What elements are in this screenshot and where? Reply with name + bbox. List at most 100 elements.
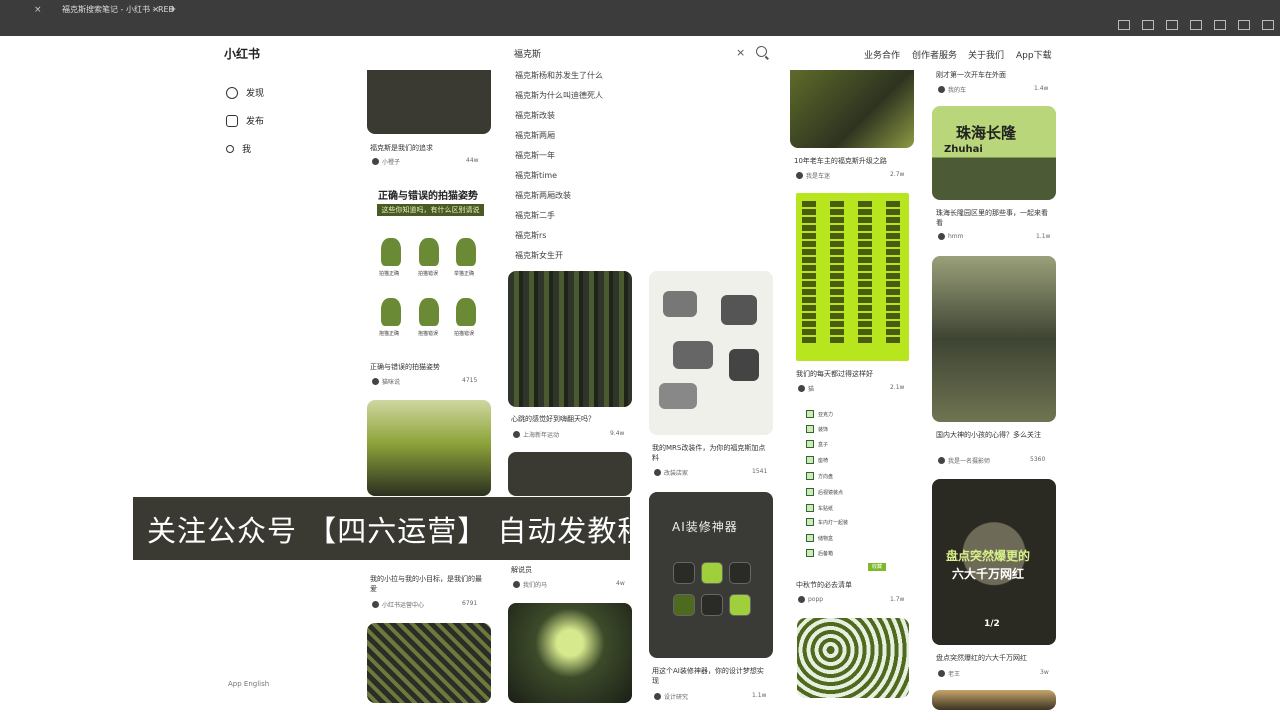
window-control[interactable] [1214, 20, 1226, 30]
suggestion-item[interactable]: 福克斯二手 [506, 206, 776, 226]
note-author[interactable]: 小橙子 [372, 157, 400, 166]
note-author[interactable]: 我的车 [938, 85, 966, 94]
like-count[interactable]: 1.1w [752, 692, 766, 699]
note-caption[interactable]: 心跳的感觉好到嗨翻天吗？ [511, 414, 595, 424]
sidebar-item-me[interactable]: 我 [226, 142, 251, 155]
close-tab-icon[interactable]: × [152, 2, 160, 18]
note-image[interactable] [797, 618, 909, 698]
note-image[interactable] [932, 690, 1056, 710]
note-caption[interactable]: 正确与错误的拍猫姿势 [370, 362, 440, 372]
note-caption[interactable]: 用这个AI装修神器，你的设计梦想实现 [652, 666, 770, 686]
note-author[interactable]: 小红书运营中心 [372, 600, 424, 609]
note-author[interactable]: 我是一名摄影师 [938, 456, 990, 465]
search-bar[interactable]: 福克斯 × [506, 44, 774, 64]
note-author[interactable]: 改装店家 [654, 468, 688, 477]
like-count[interactable]: 1.4w [1034, 85, 1048, 92]
footer-links[interactable]: App English [228, 680, 269, 688]
suggestion-item[interactable]: 福克斯两厢改装 [506, 186, 776, 206]
collect-badge[interactable]: 收藏 [868, 563, 886, 571]
note-image[interactable] [932, 256, 1056, 422]
window-control[interactable] [1166, 20, 1178, 30]
note-caption[interactable]: 解说员 [511, 565, 532, 575]
sidebar-item-discover[interactable]: 发现 [226, 86, 264, 99]
suggestion-item[interactable]: 福克斯rs [506, 226, 776, 246]
note-caption[interactable]: 珠海长隆园区里的那些事，一起来看看 [936, 208, 1054, 228]
ai-card-title: AI装修神器 [672, 520, 738, 534]
note-author[interactable]: hmm [938, 233, 964, 240]
like-count[interactable]: 44w [466, 157, 479, 164]
note-image[interactable] [508, 603, 632, 703]
like-count[interactable]: 1.1w [1036, 233, 1050, 240]
suggestion-item[interactable]: 福克斯杨和苏发生了什么 [506, 66, 776, 86]
checklist-item: 装饰 [806, 425, 828, 433]
note-image[interactable] [796, 193, 909, 361]
note-image[interactable] [367, 400, 491, 496]
suggestion-item[interactable]: 福克斯为什么叫迪德死人 [506, 86, 776, 106]
note-image[interactable] [790, 70, 914, 148]
note-caption[interactable]: 我的MRS改装件，为你的福克斯加点料 [652, 443, 770, 463]
window-control[interactable] [1262, 20, 1274, 30]
window-control[interactable] [1238, 20, 1250, 30]
suggestion-item[interactable]: 福克斯两厢 [506, 126, 776, 146]
search-input[interactable]: 福克斯 [514, 47, 541, 60]
checkbox-icon [806, 472, 814, 480]
like-count[interactable]: 4715 [462, 377, 477, 384]
note-image[interactable] [367, 623, 491, 703]
like-count[interactable]: 5360 [1030, 456, 1045, 463]
suggestion-item[interactable]: 福克斯time [506, 166, 776, 186]
note-author[interactable]: 我们的马 [513, 580, 547, 589]
note-image[interactable] [649, 271, 773, 435]
checkbox-icon [806, 549, 814, 557]
sidebar-item-publish[interactable]: 发布 [226, 114, 264, 127]
note-author[interactable]: 猫 [798, 384, 814, 393]
note-author[interactable]: 老王 [938, 669, 960, 678]
note-image[interactable] [367, 70, 491, 134]
cat-pose-figure [456, 238, 476, 266]
nav-creator[interactable]: 创作者服务 [912, 48, 957, 61]
nav-business[interactable]: 业务合作 [864, 48, 900, 61]
like-count[interactable]: 9.4w [610, 430, 624, 437]
suggestion-item[interactable]: 福克斯改装 [506, 106, 776, 126]
window-control[interactable] [1142, 20, 1154, 30]
note-image[interactable] [508, 271, 632, 407]
nav-app-download[interactable]: App下载 [1016, 48, 1052, 61]
suggestion-item[interactable]: 福克斯一年 [506, 146, 776, 166]
clear-icon[interactable]: × [736, 46, 745, 59]
window-controls [1118, 20, 1274, 30]
window-control[interactable] [1190, 20, 1202, 30]
like-count[interactable]: 2.7w [890, 171, 904, 178]
like-count[interactable]: 3w [1040, 669, 1049, 676]
note-author[interactable]: 猫咪说 [372, 377, 400, 386]
suggestion-item[interactable]: 福克斯女生开 [506, 246, 776, 266]
avatar [938, 457, 945, 464]
like-count[interactable]: 4w [616, 580, 625, 587]
note-caption[interactable]: 我的小拉与我的小目标，是我们的最爱 [370, 574, 488, 594]
note-caption[interactable]: 国内大神的小孩的心得？多么关注 [936, 430, 1054, 440]
note-caption[interactable]: 刚才第一次开车在外面 [936, 70, 1006, 80]
new-tab-button[interactable]: + [168, 2, 176, 18]
note-caption[interactable]: 福克斯是我们的追求 [370, 143, 433, 153]
note-caption[interactable]: 盘点突然爆红的六大千万网红 [936, 653, 1027, 663]
window-control[interactable] [1118, 20, 1130, 30]
note-author[interactable]: popp [798, 596, 823, 603]
site-logo[interactable]: 小红书 [224, 45, 260, 62]
note-author[interactable]: 我是车迷 [796, 171, 830, 180]
like-count[interactable]: 6791 [462, 600, 477, 607]
app-icon [729, 562, 751, 584]
like-count[interactable]: 1541 [752, 468, 767, 475]
like-count[interactable]: 2.1w [890, 384, 904, 391]
note-caption[interactable]: 中秋节的必去清单 [796, 580, 852, 590]
note-image[interactable]: 盘点突然爆更的 六大千万网红 1/2 [932, 479, 1056, 645]
page-indicator: 1/2 [984, 619, 1000, 629]
nav-about[interactable]: 关于我们 [968, 48, 1004, 61]
note-caption[interactable]: 我们的每天都过得这样好 [796, 369, 873, 379]
note-author[interactable]: 上海新年运动 [513, 430, 559, 439]
like-count[interactable]: 1.7w [890, 596, 904, 603]
note-caption[interactable]: 10年老车主的福克斯升级之路 [794, 156, 887, 166]
note-author[interactable]: 设计研究 [654, 692, 688, 701]
close-tab-icon[interactable]: × [34, 2, 42, 18]
note-image[interactable]: 珠海长隆 Zhuhai [932, 106, 1056, 200]
note-image[interactable] [508, 452, 632, 496]
cat-pose-figure [456, 298, 476, 326]
search-icon[interactable] [756, 46, 767, 57]
